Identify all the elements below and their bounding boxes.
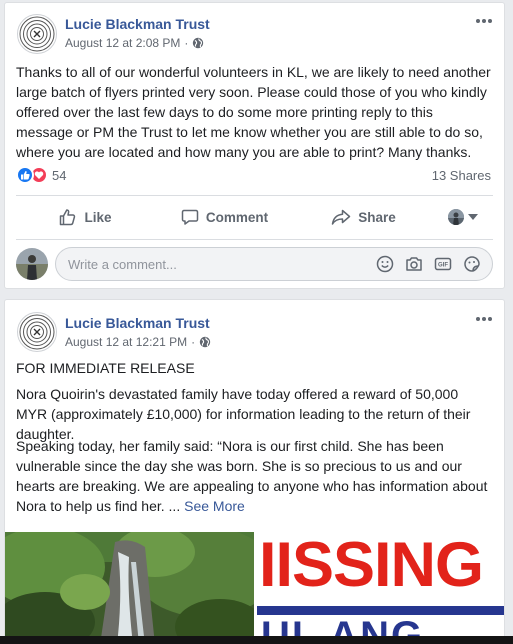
- comment-composer: GIF: [16, 247, 493, 281]
- page-name-link[interactable]: Lucie Blackman Trust: [65, 315, 210, 331]
- like-label: Like: [84, 209, 112, 225]
- user-avatar[interactable]: [16, 248, 48, 280]
- page-avatar[interactable]: [17, 14, 57, 54]
- divider: [16, 239, 493, 240]
- post-text: Thanks to all of our wonderful volunteer…: [16, 64, 491, 160]
- like-reaction-icon: [16, 166, 34, 184]
- post-card: Lucie Blackman Trust August 12 at 2:08 P…: [4, 2, 505, 289]
- comment-box: GIF: [55, 247, 493, 281]
- waterfall-photo[interactable]: [5, 532, 254, 644]
- shares-count-link[interactable]: 13 Shares: [432, 168, 491, 183]
- globe-icon: [192, 37, 204, 49]
- post-card: Lucie Blackman Trust August 12 at 12:21 …: [4, 299, 505, 644]
- gif-icon[interactable]: GIF: [433, 254, 453, 274]
- sticker-icon[interactable]: [462, 254, 482, 274]
- post-meta: August 12 at 12:21 PM ·: [65, 335, 211, 349]
- post-timestamp[interactable]: August 12 at 2:08 PM: [65, 36, 180, 50]
- post-paragraph: Nora Quoirin's devastated family have to…: [16, 386, 471, 442]
- post-timestamp[interactable]: August 12 at 12:21 PM: [65, 335, 187, 349]
- page-name-link[interactable]: Lucie Blackman Trust: [65, 16, 210, 32]
- comment-bubble-icon: [181, 209, 199, 225]
- svg-text:GIF: GIF: [438, 263, 448, 269]
- share-label: Share: [358, 209, 396, 225]
- globe-icon: [199, 336, 211, 348]
- see-more-link[interactable]: See More: [184, 498, 245, 514]
- missing-poster-image[interactable]: IISSING UL ANG: [257, 532, 504, 644]
- bottom-taskbar: [0, 636, 513, 644]
- comment-button[interactable]: Comment: [155, 201, 294, 233]
- share-button[interactable]: Share: [294, 201, 433, 233]
- poster-heading: IISSING: [259, 532, 484, 600]
- page-avatar[interactable]: [17, 312, 57, 352]
- comment-label: Comment: [205, 209, 269, 225]
- reactions-summary[interactable]: 54: [16, 166, 66, 184]
- post-paragraph: Speaking today, her family said: “Nora i…: [16, 436, 493, 516]
- like-button[interactable]: Like: [16, 201, 155, 233]
- share-arrow-icon: [331, 209, 351, 225]
- emoji-icon[interactable]: [375, 254, 395, 274]
- comment-input[interactable]: [68, 256, 375, 272]
- camera-icon[interactable]: [404, 254, 424, 274]
- user-mini-avatar: [448, 209, 464, 225]
- post-headline: FOR IMMEDIATE RELEASE: [16, 360, 195, 376]
- comment-tools: GIF: [375, 254, 482, 274]
- more-options-icon[interactable]: [474, 14, 494, 28]
- reaction-count: 54: [52, 167, 67, 183]
- post-actions-bar: Like Comment Share: [16, 199, 493, 235]
- more-options-icon[interactable]: [474, 312, 494, 326]
- audience-selector[interactable]: [433, 201, 493, 233]
- thumbs-up-icon: [60, 209, 76, 226]
- post-paragraph-text: Speaking today, her family said: “Nora i…: [16, 438, 488, 514]
- caret-down-icon: [468, 214, 478, 220]
- meta-separator: ·: [191, 335, 196, 349]
- meta-separator: ·: [184, 36, 189, 50]
- post-meta: August 12 at 2:08 PM ·: [65, 36, 204, 50]
- divider: [16, 195, 493, 196]
